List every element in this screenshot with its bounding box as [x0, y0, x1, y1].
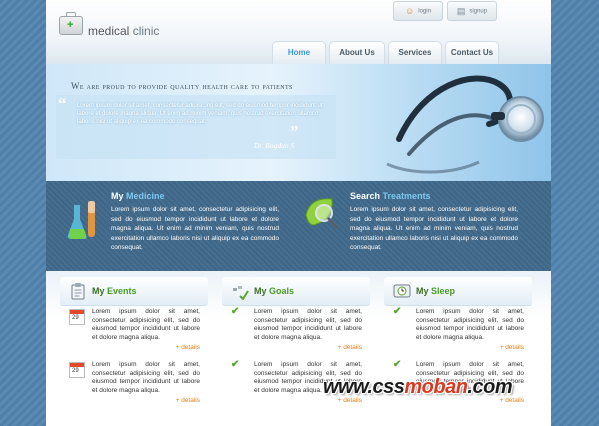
col-title-prefix: My: [254, 286, 267, 296]
logo-word-medical: medical: [88, 24, 130, 38]
feature-title-prefix: Search: [350, 191, 381, 201]
goals-header: My Goals: [222, 277, 370, 306]
calendar-icon: 29: [69, 362, 85, 378]
feature-search-treatments-title[interactable]: Search Treatments: [350, 191, 431, 201]
notepad-icon: ▤: [456, 6, 466, 16]
feature-title-prefix: My: [111, 191, 124, 201]
close-quote-icon: ”: [290, 122, 299, 141]
event-entry-text: Lorem ipsum dolor sit amet, consectetur …: [92, 308, 200, 341]
checkmark-icon: ✔: [231, 359, 240, 370]
signup-button[interactable]: ▤ signup: [447, 1, 497, 21]
col-title-prefix: My: [92, 286, 105, 296]
test-tubes-icon: [67, 201, 95, 239]
checkmark-icon: ✔: [393, 359, 402, 370]
sleep-details-link[interactable]: + details: [500, 344, 524, 351]
tab-home[interactable]: Home: [272, 41, 326, 64]
sleep-title[interactable]: My Sleep: [416, 286, 455, 296]
feature-title-accent: Medicine: [126, 191, 165, 201]
clipboard-icon: [71, 283, 85, 300]
checklist-icon: [233, 286, 249, 300]
calendar-day: 29: [72, 315, 79, 321]
sleep-entry-text: Lorem ipsum dolor sit amet, consectetur …: [416, 308, 524, 341]
watermark-part1: www.css: [323, 376, 405, 398]
open-quote-icon: “: [58, 94, 67, 113]
feature-search-treatments-text: Lorem ipsum dolor sit amet, consectetur …: [350, 206, 518, 251]
tab-contact-us[interactable]: Contact Us: [445, 41, 499, 64]
col-title-accent: Events: [107, 286, 137, 296]
event-details-link[interactable]: + details: [176, 344, 200, 351]
cssmoban-watermark: www.cssmoban.com: [323, 376, 573, 400]
page-container: + medical clinic ☺ login ▤ signup Home Abo…: [46, 0, 551, 426]
feature-my-medicine-title[interactable]: My Medicine: [111, 191, 165, 201]
hero-title: We are proud to provide quality health c…: [71, 81, 293, 91]
feature-title-accent: Treatments: [382, 191, 431, 201]
checkmark-icon: ✔: [393, 306, 402, 317]
tab-about-us[interactable]: About Us: [329, 41, 385, 64]
stethoscope-image: [386, 75, 544, 174]
goal-entry-text: Lorem ipsum dolor sit amet, consectetur …: [254, 308, 362, 341]
user-icon: ☺: [405, 6, 415, 16]
features-band: My Medicine Lorem ipsum dolor sit amet, …: [46, 181, 551, 271]
goals-title[interactable]: My Goals: [254, 286, 294, 296]
col-title-prefix: My: [416, 286, 429, 296]
medical-kit-icon: +: [59, 12, 83, 35]
watermark-part3: .com: [467, 376, 513, 398]
login-button[interactable]: ☺ login: [393, 1, 443, 21]
events-column: My Events 29 Lorem ipsum dolor sit amet,…: [60, 277, 208, 426]
events-title[interactable]: My Events: [92, 286, 137, 296]
event-entry-text: Lorem ipsum dolor sit amet, consectetur …: [92, 361, 200, 394]
sleep-column: My Sleep ✔ Lorem ipsum dolor sit amet, c…: [384, 277, 532, 426]
tab-services[interactable]: Services: [388, 41, 442, 64]
leaf-magnifier-icon: [305, 198, 338, 229]
hero-signature: Dr. Bogdan S: [254, 141, 295, 150]
signup-label: signup: [469, 8, 488, 15]
feature-my-medicine-text: Lorem ipsum dolor sit amet, consectetur …: [111, 206, 279, 251]
checkmark-icon: ✔: [231, 306, 240, 317]
login-label: login: [418, 8, 431, 15]
logo-word-clinic: clinic: [132, 24, 160, 38]
col-title-accent: Goals: [269, 286, 295, 296]
site-logo[interactable]: medical clinic: [88, 24, 159, 38]
calendar-icon: 29: [69, 309, 85, 325]
sleep-header: My Sleep: [384, 277, 532, 306]
goal-details-link[interactable]: + details: [338, 344, 362, 351]
col-title-accent: Sleep: [431, 286, 456, 296]
goals-column: My Goals ✔ Lorem ipsum dolor sit amet, c…: [222, 277, 370, 426]
calendar-day: 29: [72, 368, 79, 374]
clock-icon: [393, 284, 411, 298]
site-header: + medical clinic ☺ login ▤ signup Home Abo…: [46, 0, 551, 64]
watermark-part2: moban: [404, 376, 468, 398]
event-details-link[interactable]: + details: [176, 397, 200, 404]
events-header: My Events: [60, 277, 208, 306]
